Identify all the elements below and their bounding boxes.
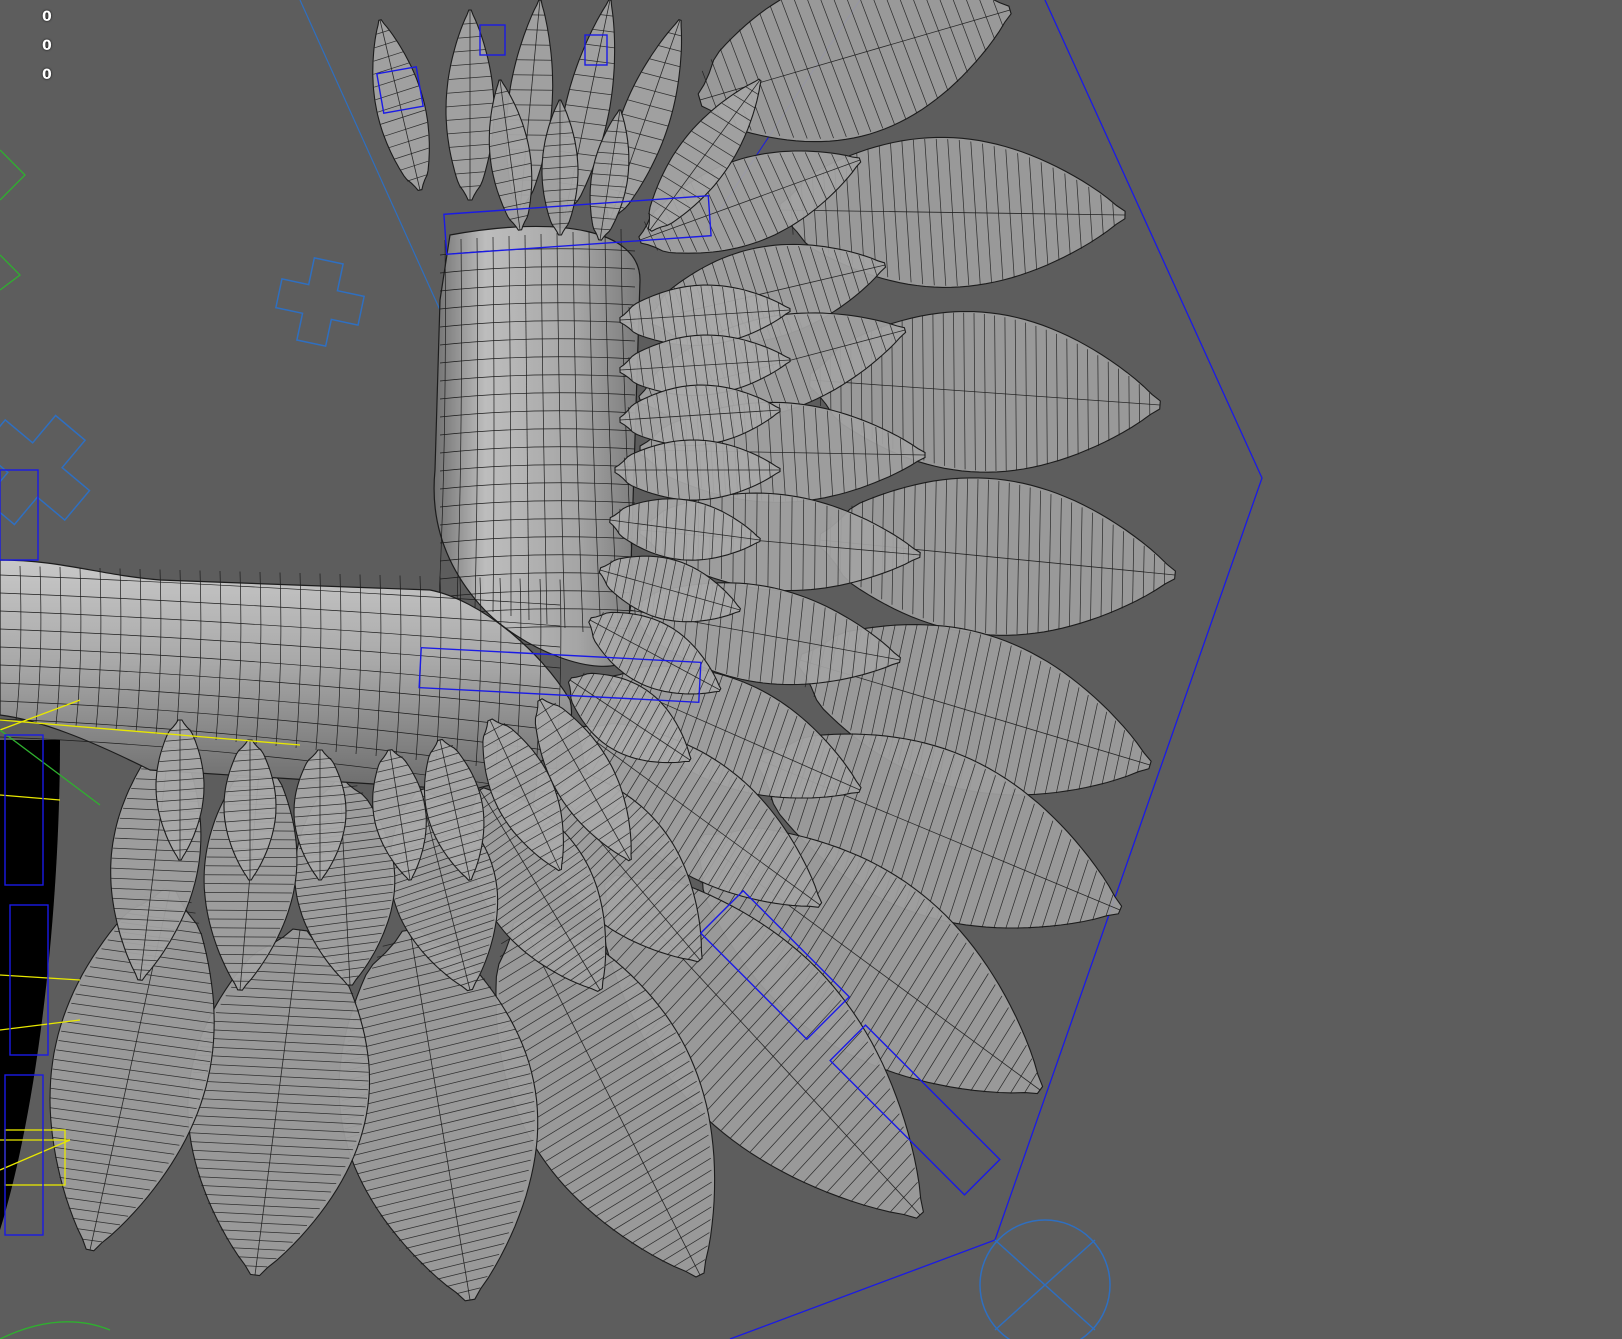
hud-value-3: 0: [42, 67, 52, 83]
hud-value-1: 0: [42, 9, 52, 25]
feather[interactable]: [445, 9, 495, 201]
hud-readout: 0 0 0: [42, 8, 52, 84]
3d-viewport[interactable]: 0 0 0: [0, 0, 1622, 1339]
feather[interactable]: [372, 19, 430, 192]
feather[interactable]: [187, 928, 371, 1277]
hud-value-2: 0: [42, 38, 52, 54]
ik-sphere-control[interactable]: [979, 1219, 1111, 1339]
upper-arm-mesh[interactable]: [433, 225, 641, 667]
wing-mesh-scene[interactable]: [0, 0, 1622, 1339]
pivot-cross-control[interactable]: [270, 252, 370, 352]
